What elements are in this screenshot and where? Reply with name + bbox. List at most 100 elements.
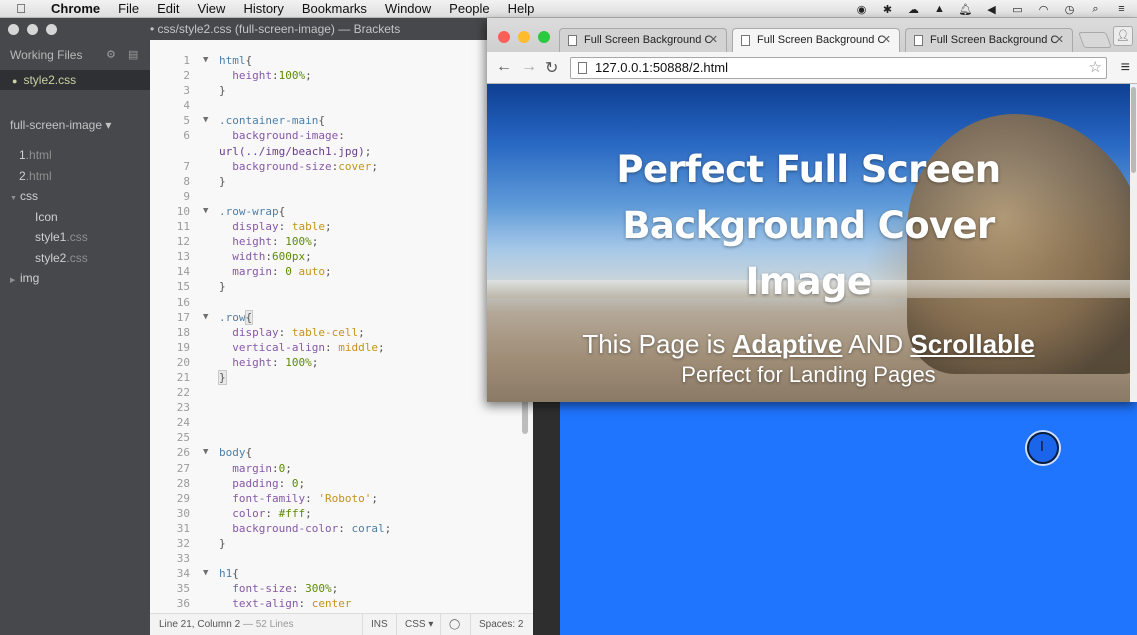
close-tab-icon[interactable]: ✕ xyxy=(709,29,718,51)
code-line[interactable]: 8} xyxy=(150,174,533,189)
hamburger-menu-icon[interactable]: ≡ xyxy=(1121,59,1130,77)
volume-icon[interactable]: ◀ xyxy=(984,3,999,16)
lint-status-icon[interactable]: ◯ xyxy=(440,614,468,635)
tree-folder[interactable]: ▼ css xyxy=(0,186,150,207)
code-line[interactable]: 3} xyxy=(150,83,533,98)
code-line[interactable]: 28 padding: 0; xyxy=(150,476,533,491)
minimize-window-icon[interactable] xyxy=(27,24,38,35)
menu-people[interactable]: People xyxy=(440,0,498,18)
code-line[interactable]: 2 height:100%; xyxy=(150,68,533,83)
working-file-item[interactable]: ● style2.css xyxy=(0,70,150,90)
split-view-icon[interactable]: ▤ xyxy=(128,40,138,70)
code-line[interactable]: 33 xyxy=(150,551,533,566)
code-line[interactable]: 27 margin:0; xyxy=(150,461,533,476)
minimize-window-icon[interactable] xyxy=(518,31,530,43)
close-tab-icon[interactable]: ✕ xyxy=(882,29,891,51)
cloud-icon[interactable]: ☁ xyxy=(906,3,921,16)
project-dropdown[interactable]: full-screen-image ▾ xyxy=(0,115,150,135)
clock-icon[interactable]: ◷ xyxy=(1062,3,1077,16)
code-line[interactable]: 31 background-color: coral; xyxy=(150,521,533,536)
page-info-icon[interactable] xyxy=(578,62,587,74)
code-editor[interactable]: 1 ▼ html{2 height:100%; 3} 4 5 ▼ .container-mai… xyxy=(150,40,533,613)
fold-arrow-icon[interactable]: ▼ xyxy=(203,445,208,460)
bell-icon[interactable]: 🔔︎ xyxy=(958,3,973,16)
address-bar[interactable]: 127.0.0.1:50888/2.html ☆ xyxy=(570,57,1107,79)
spotlight-icon[interactable]: ⌕ xyxy=(1088,3,1103,16)
tree-file[interactable]: 1.html xyxy=(0,145,150,166)
tree-file[interactable]: Icon xyxy=(0,207,150,228)
zoom-window-icon[interactable] xyxy=(46,24,57,35)
tree-file[interactable]: 2.html xyxy=(0,166,150,187)
forward-arrow-icon[interactable]: → xyxy=(521,58,537,76)
fold-arrow-icon[interactable]: ▼ xyxy=(203,310,208,325)
menu-history[interactable]: History xyxy=(234,0,292,18)
code-line[interactable]: 25 xyxy=(150,430,533,445)
code-line[interactable]: 21} xyxy=(150,369,533,385)
code-line[interactable]: 35 font-size: 300%; xyxy=(150,581,533,596)
code-line[interactable]: 12 height: 100%; xyxy=(150,234,533,249)
indent-setting[interactable]: Spaces: 2 xyxy=(470,614,531,635)
menu-file[interactable]: File xyxy=(109,0,148,18)
scrollbar-thumb[interactable] xyxy=(1131,87,1136,173)
menu-bookmarks[interactable]: Bookmarks xyxy=(293,0,376,18)
code-line[interactable]: 13 width:600px; xyxy=(150,249,533,264)
browser-tab[interactable]: Full Screen Background C ✕ xyxy=(559,28,727,52)
code-line[interactable]: 17 ▼ .row{ xyxy=(150,309,533,325)
tree-file[interactable]: style1.css xyxy=(0,227,150,248)
browser-tab[interactable]: Full Screen Background C ✕ xyxy=(905,28,1073,52)
menu-window[interactable]: Window xyxy=(376,0,440,18)
code-line[interactable]: 4 xyxy=(150,98,533,113)
code-line[interactable]: 29 font-family: 'Roboto'; xyxy=(150,491,533,506)
close-window-icon[interactable] xyxy=(8,24,19,35)
code-line[interactable]: url(../img/beach1.jpg); xyxy=(150,144,533,159)
code-line[interactable]: 16 xyxy=(150,295,533,310)
fold-arrow-icon[interactable]: ▼ xyxy=(203,566,208,581)
fold-arrow-icon[interactable]: ▼ xyxy=(203,204,208,219)
insert-mode[interactable]: INS xyxy=(362,614,396,635)
code-line[interactable]: 24 xyxy=(150,415,533,430)
code-line[interactable]: 1 ▼ html{ xyxy=(150,53,533,68)
back-arrow-icon[interactable]: ← xyxy=(496,58,512,76)
menu-chrome[interactable]: Chrome xyxy=(42,0,109,18)
reload-icon[interactable]: ↻ xyxy=(545,58,558,78)
battery-icon[interactable]: ▭ xyxy=(1010,3,1025,16)
code-line[interactable]: 32} xyxy=(150,536,533,551)
close-tab-icon[interactable]: ✕ xyxy=(1055,29,1064,51)
menu-view[interactable]: View xyxy=(188,0,234,18)
code-line[interactable]: 6 background-image: xyxy=(150,128,533,143)
adaptive-link[interactable]: Adaptive xyxy=(733,329,843,359)
code-line[interactable]: 14 margin: 0 auto; xyxy=(150,264,533,279)
browser-tab-active[interactable]: Full Screen Background C ✕ xyxy=(732,28,900,52)
wifi-icon[interactable]: ◠ xyxy=(1036,3,1051,16)
zoom-window-icon[interactable] xyxy=(538,31,550,43)
record-icon[interactable]: ◉ xyxy=(854,3,869,16)
code-line[interactable]: 23 xyxy=(150,400,533,415)
tree-folder[interactable]: ▶ img xyxy=(0,268,150,289)
code-line[interactable]: 10 ▼ .row-wrap{ xyxy=(150,204,533,219)
menu-help[interactable]: Help xyxy=(499,0,544,18)
gear-icon[interactable]: ✱ xyxy=(880,3,895,16)
code-line[interactable]: 20 height: 100%; xyxy=(150,355,533,370)
tree-file[interactable]: style2.css xyxy=(0,248,150,269)
page-scrollbar[interactable] xyxy=(1130,84,1137,402)
menu-edit[interactable]: Edit xyxy=(148,0,188,18)
fold-arrow-icon[interactable]: ▼ xyxy=(203,113,208,128)
bookmark-star-icon[interactable]: ☆ xyxy=(1089,58,1102,78)
close-window-icon[interactable] xyxy=(498,31,510,43)
code-line[interactable]: 36 text-align: center xyxy=(150,596,533,611)
fold-arrow-icon[interactable]: ▼ xyxy=(203,53,208,68)
code-line[interactable]: 11 display: table; xyxy=(150,219,533,234)
code-line[interactable]: 5 ▼ .container-main{ xyxy=(150,113,533,128)
code-line[interactable]: 9 xyxy=(150,189,533,204)
code-line[interactable]: 22 xyxy=(150,385,533,400)
code-line[interactable]: 19 vertical-align: middle; xyxy=(150,340,533,355)
apple-menu-icon[interactable]:  xyxy=(0,1,42,16)
code-line[interactable]: 15} xyxy=(150,279,533,294)
code-line[interactable]: 34 ▼ h1{ xyxy=(150,566,533,581)
settings-gear-icon[interactable]: ⚙ xyxy=(106,40,116,70)
code-line[interactable]: 26 ▼ body{ xyxy=(150,445,533,460)
language-select[interactable]: CSS ▾ xyxy=(396,614,441,635)
code-line[interactable]: 7 background-size:cover; xyxy=(150,159,533,174)
notification-center-icon[interactable]: ≡ xyxy=(1114,3,1129,16)
profile-icon[interactable]: 👤︎ xyxy=(1113,26,1133,46)
